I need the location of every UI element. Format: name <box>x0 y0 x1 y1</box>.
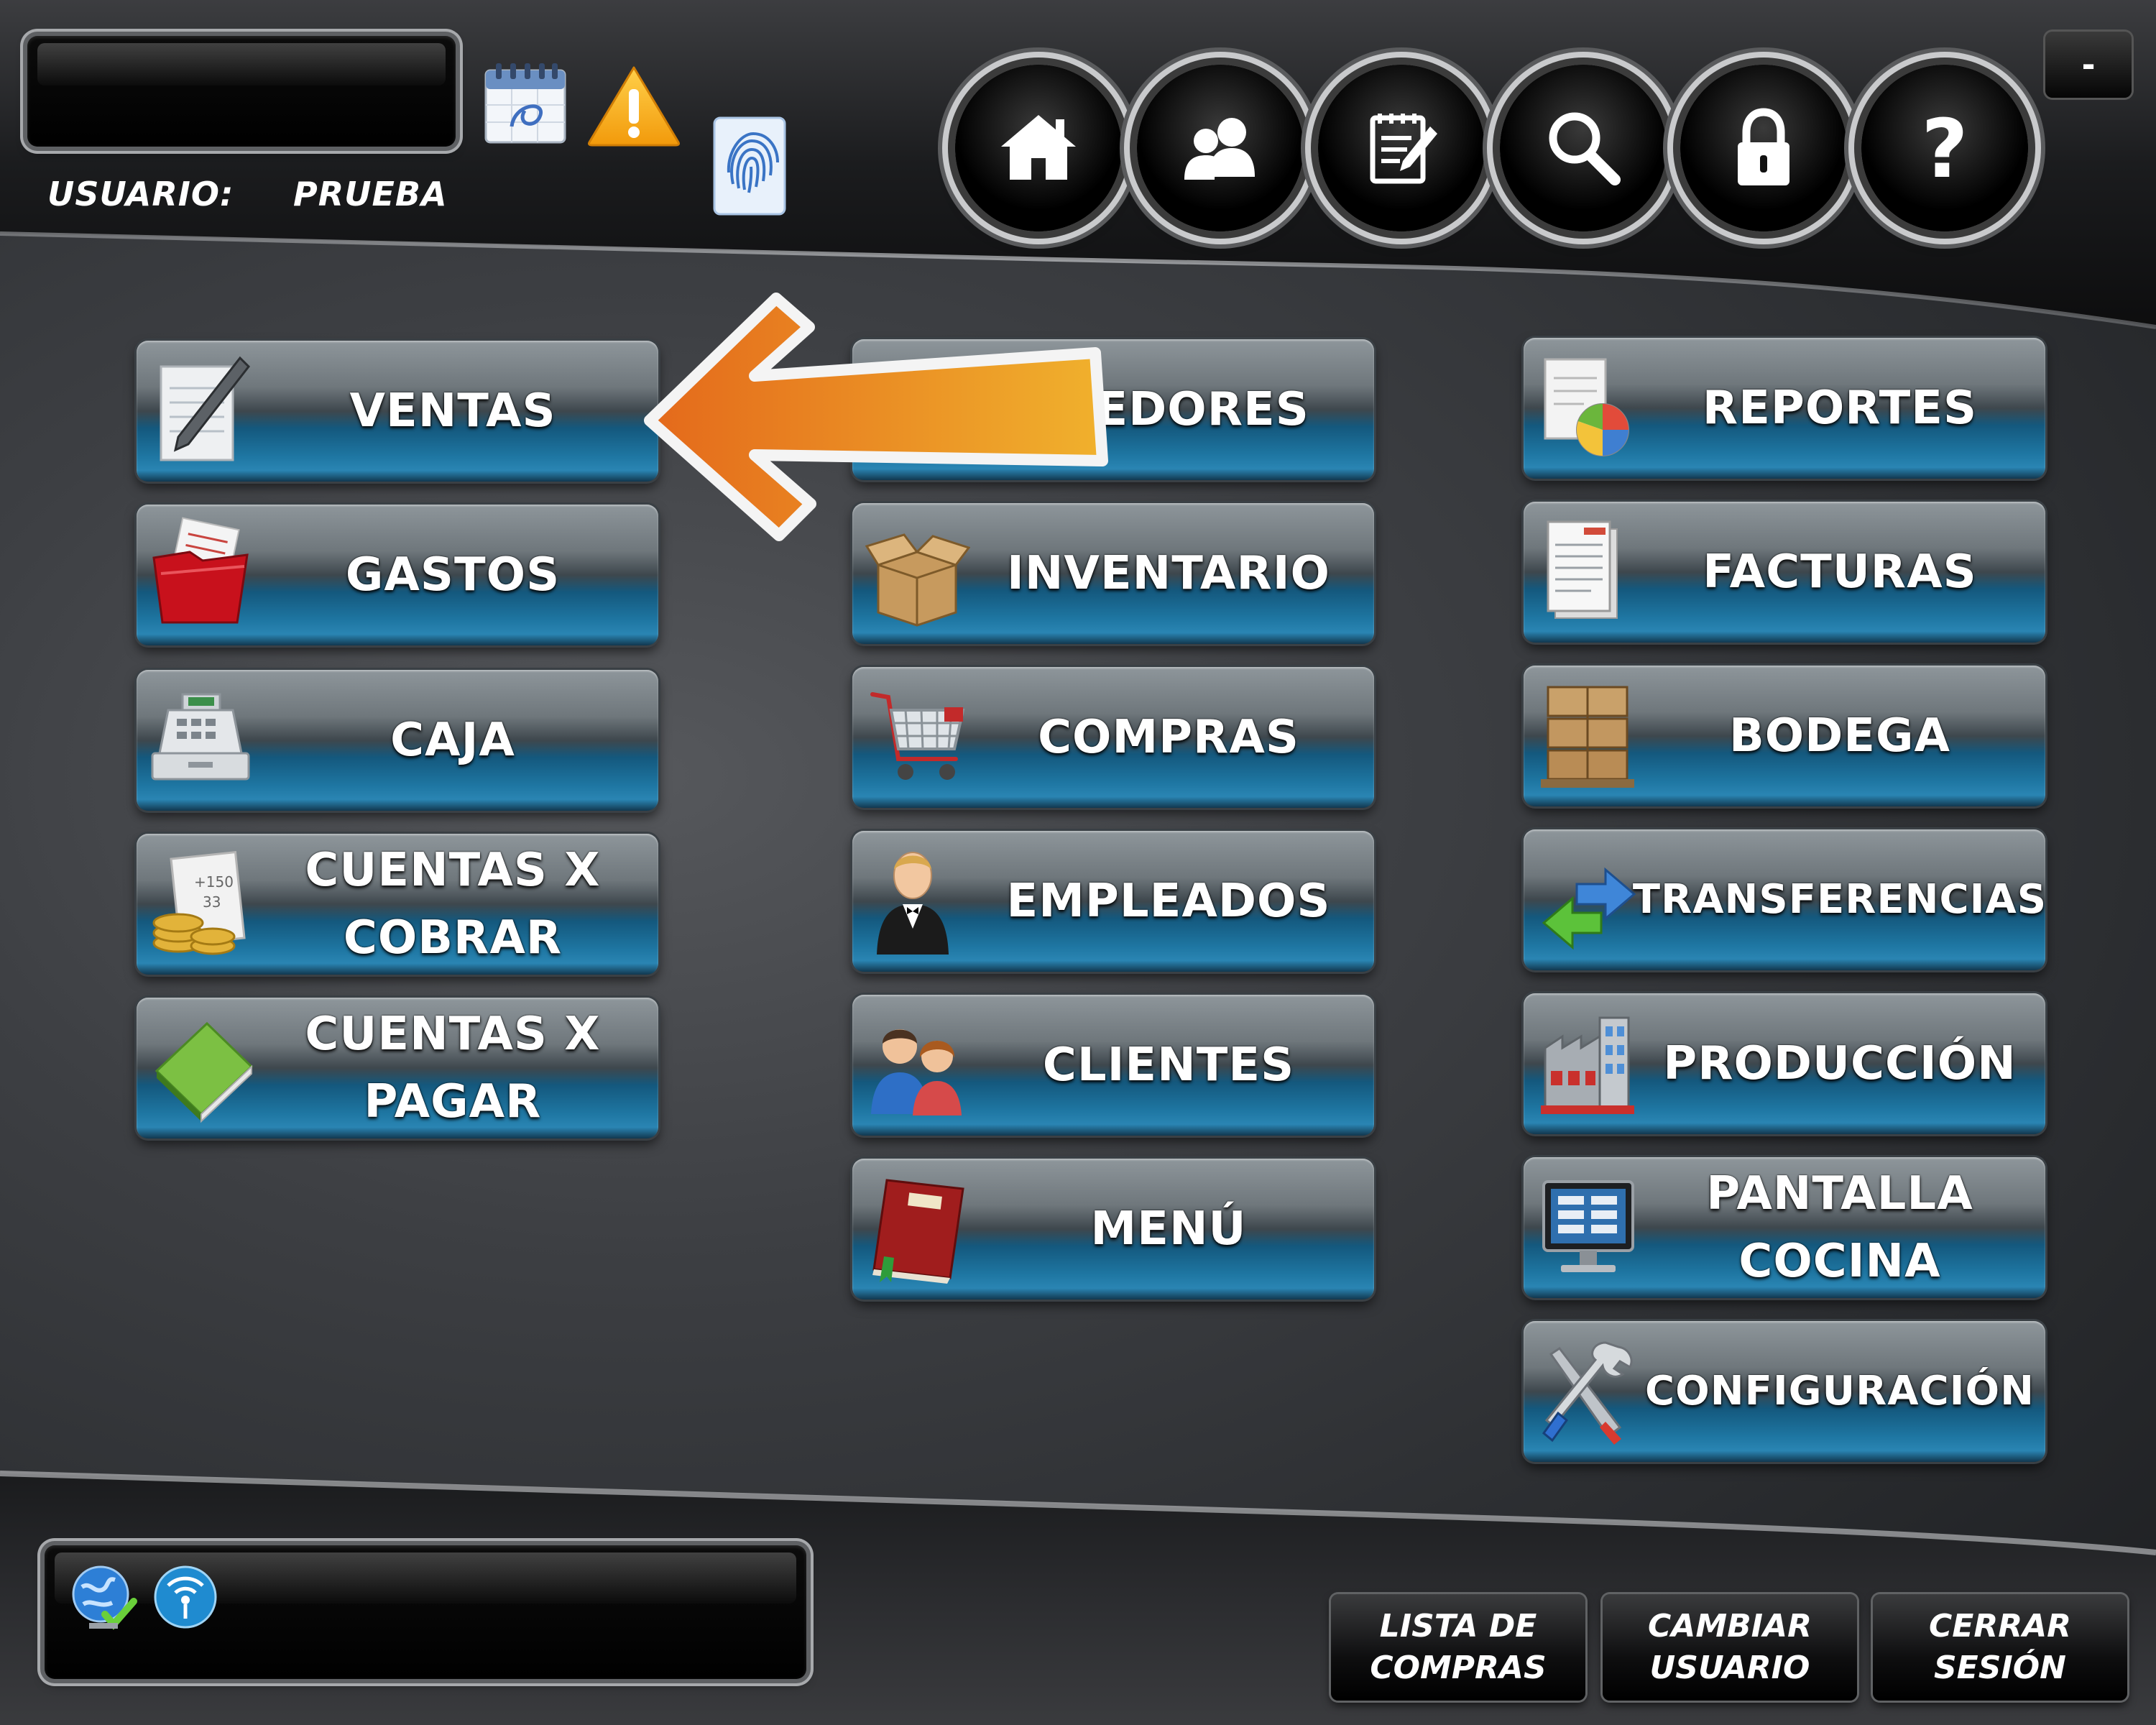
svg-text:+150: +150 <box>194 873 234 891</box>
cerrar-sesion-button[interactable]: CERRAR SESIÓN <box>1873 1594 2127 1701</box>
menu-cuentas-cobrar-button[interactable]: +150 33 CUENTAS X COBRAR <box>137 834 658 975</box>
svg-text:?: ? <box>1922 105 1968 191</box>
users-icon <box>1184 118 1255 180</box>
menu-configuracion-button[interactable]: CONFIGURACIÓN <box>1524 1321 2045 1462</box>
red-folder-icon <box>152 517 249 624</box>
header-display <box>27 36 456 147</box>
notepad-icon <box>1370 114 1437 184</box>
menu-configuracion-label: CONFIGURACIÓN <box>1645 1368 2035 1414</box>
notepad-button[interactable] <box>1318 65 1485 231</box>
menu-gastos-label: GASTOS <box>345 548 561 602</box>
calendar-icon[interactable] <box>483 60 568 145</box>
menu-book-icon <box>872 1179 964 1284</box>
menu-bodega-button[interactable]: BODEGA <box>1524 666 2045 806</box>
shopping-cart-icon <box>870 692 965 780</box>
menu-facturas-label: FACTURAS <box>1703 546 1977 599</box>
globe-check-icon[interactable] <box>68 1561 139 1633</box>
cambiar-usuario-button[interactable]: CAMBIAR USUARIO <box>1603 1594 1857 1701</box>
help-button[interactable]: ? <box>1861 65 2028 231</box>
menu-reportes-label: REPORTES <box>1702 382 1978 435</box>
lock-icon <box>1738 108 1789 185</box>
menu-menu-button[interactable]: MENÚ <box>852 1159 1374 1300</box>
menu-clientes-button[interactable]: CLIENTES <box>852 995 1374 1136</box>
menu-pantalla-cocina-label: PANTALLA COCINA <box>1706 1167 1973 1288</box>
user-label: USUARIO: <box>47 175 234 213</box>
tools-icon <box>1542 1341 1633 1445</box>
report-chart-icon <box>1544 358 1629 456</box>
menu-ventas-button[interactable]: VENTAS <box>137 341 658 482</box>
menu-reportes-button[interactable]: REPORTES <box>1524 338 2045 479</box>
menu-gastos-button[interactable]: GASTOS <box>137 505 658 645</box>
menu-menu-label: MENÚ <box>1090 1202 1247 1256</box>
menu-clientes-label: CLIENTES <box>1042 1039 1295 1092</box>
green-book-icon <box>155 1021 254 1123</box>
cash-register-icon <box>151 693 250 781</box>
menu-pantalla-cocina-button[interactable]: PANTALLA COCINA <box>1524 1157 2045 1298</box>
lista-compras-button[interactable]: LISTA DE COMPRAS <box>1331 1594 1585 1701</box>
menu-bodega-label: BODEGA <box>1728 709 1951 763</box>
factory-icon <box>1541 1016 1634 1114</box>
menu-caja-button[interactable]: CAJA <box>137 670 658 811</box>
waiter-icon <box>877 852 949 954</box>
menu-transferencias-button[interactable]: TRANSFERENCIAS <box>1524 829 2047 970</box>
fingerprint-icon[interactable] <box>711 115 788 217</box>
app-window: USUARIO: PRUEBA ? - VENTAS GASTOS CAJA +… <box>0 0 2156 1725</box>
transfer-arrows-icon <box>1542 867 1636 950</box>
wifi-signal-icon[interactable] <box>152 1564 218 1630</box>
menu-ventas-label: VENTAS <box>349 385 556 438</box>
pen-document-icon <box>160 356 250 461</box>
coins-receipt-icon: +150 33 <box>152 850 246 955</box>
lock-button[interactable] <box>1680 65 1847 231</box>
menu-produccion-label: PRODUCCIÓN <box>1663 1037 2017 1090</box>
menu-produccion-button[interactable]: PRODUCCIÓN <box>1524 993 2045 1134</box>
menu-compras-label: COMPRAS <box>1038 711 1299 764</box>
search-button[interactable] <box>1500 65 1667 231</box>
user-name: PRUEBA <box>293 175 448 213</box>
help-icon: ? <box>1922 105 1968 191</box>
svg-text:33: 33 <box>203 893 221 911</box>
menu-empleados-button[interactable]: EMPLEADOS <box>852 831 1374 972</box>
home-button[interactable] <box>955 65 1122 231</box>
menu-empleados-label: EMPLEADOS <box>1006 875 1331 928</box>
menu-compras-button[interactable]: COMPRAS <box>852 667 1374 808</box>
users-button[interactable] <box>1137 65 1304 231</box>
invoice-icon <box>1547 520 1618 619</box>
customers-icon <box>871 1029 962 1116</box>
menu-cuentas-cobrar-label: CUENTAS X COBRAR <box>305 844 601 965</box>
monitor-icon <box>1542 1180 1634 1272</box>
search-icon <box>1549 112 1621 185</box>
menu-cuentas-pagar-button[interactable]: CUENTAS X PAGAR <box>137 998 658 1138</box>
menu-transferencias-label: TRANSFERENCIAS <box>1632 876 2047 923</box>
menu-cuentas-pagar-label: CUENTAS X PAGAR <box>305 1008 601 1128</box>
minimize-button[interactable]: - <box>2045 32 2132 98</box>
boxes-stack-icon <box>1541 686 1634 788</box>
menu-facturas-button[interactable]: FACTURAS <box>1524 502 2045 643</box>
home-icon <box>1001 115 1076 180</box>
menu-caja-label: CAJA <box>390 714 515 767</box>
pointer-arrow-icon <box>644 293 1108 541</box>
warning-icon[interactable] <box>586 63 681 148</box>
